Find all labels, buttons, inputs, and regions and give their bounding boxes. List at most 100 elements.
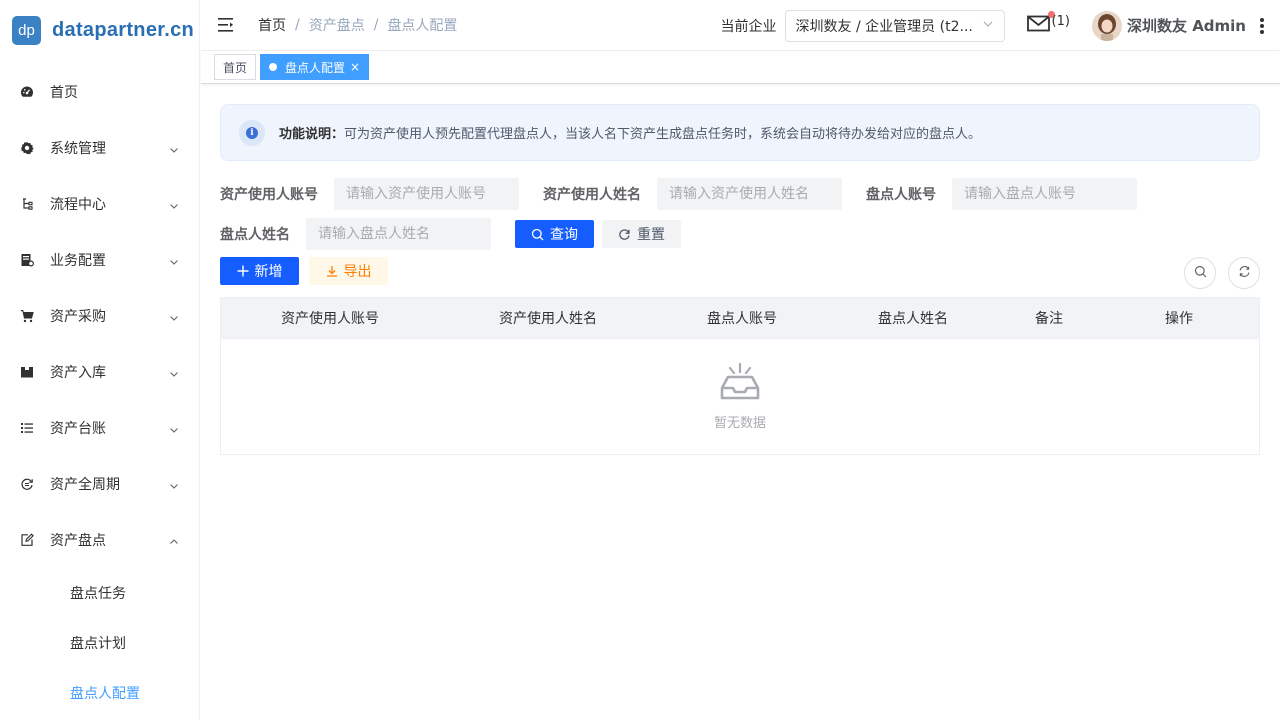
breadcrumb-inventory: 资产盘点 [308,18,365,34]
refresh-icon [618,228,631,241]
sidebar-item-inbound[interactable]: 资产入库 [0,344,199,400]
mail-button[interactable]: (1) [1026,10,1070,37]
sidebar-item-label: 资产入库 [50,365,106,381]
sidebar-subitem-tasks[interactable]: 盘点任务 [0,568,199,618]
sidebar-item-purchase[interactable]: 资产采购 [0,288,199,344]
breadcrumb-home[interactable]: 首页 [258,15,286,35]
sidebar-subitem-checker-config[interactable]: 盘点人配置 [0,668,199,718]
sidebar-menu: 首页 系统管理 流程中心 业务配置 资产采购 资产入库 资产台账 资产全周期 资… [0,64,199,718]
list-icon [20,421,34,435]
active-dot [269,63,278,71]
sidebar-item-label: 系统管理 [50,141,106,157]
logo-badge: dp [12,15,41,45]
tag-label: 盘点人配置 [285,60,346,75]
more-menu-icon[interactable] [1256,16,1268,36]
checker-account-label: 盘点人账号 [866,187,936,203]
chevron-down-icon [169,143,179,153]
collapse-menu-icon[interactable] [216,15,236,35]
mail-count: (1) [1051,14,1070,29]
sidebar-item-inventory[interactable]: 资产盘点 [0,512,199,568]
search-toggle-button[interactable] [1184,257,1216,289]
column-header: 盘点人账号 [707,311,777,327]
mail-icon [1026,15,1051,37]
tag-home[interactable]: 首页 [214,54,257,80]
sidebar-item-label: 资产采购 [50,309,106,325]
company-label: 当前企业 [720,18,777,35]
column-header: 资产使用人姓名 [499,311,597,327]
close-icon[interactable]: × [350,60,360,74]
table-header: 资产使用人账号 资产使用人姓名 盘点人账号 盘点人姓名 备注 操作 [221,298,1259,339]
download-icon [326,265,338,277]
reset-label: 重置 [637,227,665,243]
cart-icon [20,309,34,323]
company-select-value: 深圳数友 / 企业管理员 (t2... [795,18,973,35]
empty-text: 暂无数据 [713,416,766,431]
sidebar-subitem-plans[interactable]: 盘点计划 [0,618,199,668]
filter-row-2: 盘点人姓名 查询 重置 [220,218,681,250]
query-label: 查询 [550,227,578,243]
chevron-up-icon [169,535,179,545]
export-button[interactable]: 导出 [309,257,388,285]
breadcrumb-separator: / [373,17,379,33]
sidebar: dp datapartner.cn 首页 系统管理 流程中心 业务配置 资产采购… [0,0,200,720]
column-header: 资产使用人账号 [281,311,379,327]
logo-text: datapartner.cn [52,18,195,41]
search-icon [531,228,544,241]
sidebar-item-flow[interactable]: 流程中心 [0,176,199,232]
sidebar-item-business-config[interactable]: 业务配置 [0,232,199,288]
sidebar-item-ledger[interactable]: 资产台账 [0,400,199,456]
logo[interactable]: dp datapartner.cn [0,0,199,60]
sidebar-item-label: 业务配置 [50,253,106,269]
feature-notice: i 功能说明： 可为资产使用人预先配置代理盘点人，当该人名下资产生成盘点任务时，… [220,104,1260,161]
chevron-down-icon [169,367,179,377]
notice-text: 可为资产使用人预先配置代理盘点人，当该人名下资产生成盘点任务时，系统会自动将待办… [344,127,982,142]
tags-view: 首页 盘点人配置 × [201,51,1280,84]
filter-row-1: 资产使用人账号 资产使用人姓名 盘点人账号 [220,178,1137,210]
edit-icon [20,533,34,547]
column-header: 操作 [1165,311,1193,327]
user-account-input[interactable] [334,178,519,210]
tag-label: 首页 [223,60,248,75]
empty-state: 暂无数据 [221,339,1259,454]
sidebar-item-label: 资产台账 [50,421,106,437]
user-name-label: 资产使用人姓名 [543,187,641,203]
chevron-down-icon [169,311,179,321]
query-button[interactable]: 查询 [515,220,594,248]
sidebar-item-system[interactable]: 系统管理 [0,120,199,176]
reset-button[interactable]: 重置 [602,220,681,248]
refresh-button[interactable] [1228,257,1260,289]
user-name-input[interactable] [657,178,842,210]
header-right: 当前企业 深圳数友 / 企业管理员 (t2... (1) 深圳数友 Admin [721,0,1280,51]
username[interactable]: 深圳数友 Admin [1127,15,1246,36]
sidebar-item-home[interactable]: 首页 [0,64,199,120]
info-icon: i [239,119,265,146]
checker-account-input[interactable] [952,178,1137,210]
dashboard-icon [20,85,34,99]
add-button[interactable]: 新增 [220,257,299,285]
toolbar: 新增 导出 [220,257,388,285]
tag-checker-config[interactable]: 盘点人配置 × [260,54,370,80]
gear-icon [20,141,34,155]
add-label: 新增 [254,264,283,280]
sidebar-item-label: 首页 [50,85,78,101]
column-header: 盘点人姓名 [878,311,948,327]
document-icon [20,253,34,267]
refresh-icon [1238,265,1251,282]
top-header: 首页 / 资产盘点 / 盘点人配置 当前企业 深圳数友 / 企业管理员 (t2.… [201,0,1280,51]
sidebar-item-lifecycle[interactable]: 资产全周期 [0,456,199,512]
sidebar-item-label: 流程中心 [50,197,106,213]
notice-title: 功能说明： [279,127,345,142]
breadcrumb-separator: / [295,17,300,33]
checker-name-label: 盘点人姓名 [220,227,290,243]
company-select[interactable]: 深圳数友 / 企业管理员 (t2... [784,9,1005,42]
search-icon [1194,265,1207,282]
plus-icon [237,265,249,277]
chevron-down-icon [169,479,179,489]
flow-icon [20,197,34,211]
checker-name-input[interactable] [306,218,491,250]
avatar[interactable] [1091,10,1122,41]
column-header: 备注 [1035,311,1063,327]
box-icon [20,365,34,379]
sidebar-item-label: 资产全周期 [50,477,120,493]
main-content: i 功能说明： 可为资产使用人预先配置代理盘点人，当该人名下资产生成盘点任务时，… [201,84,1280,720]
